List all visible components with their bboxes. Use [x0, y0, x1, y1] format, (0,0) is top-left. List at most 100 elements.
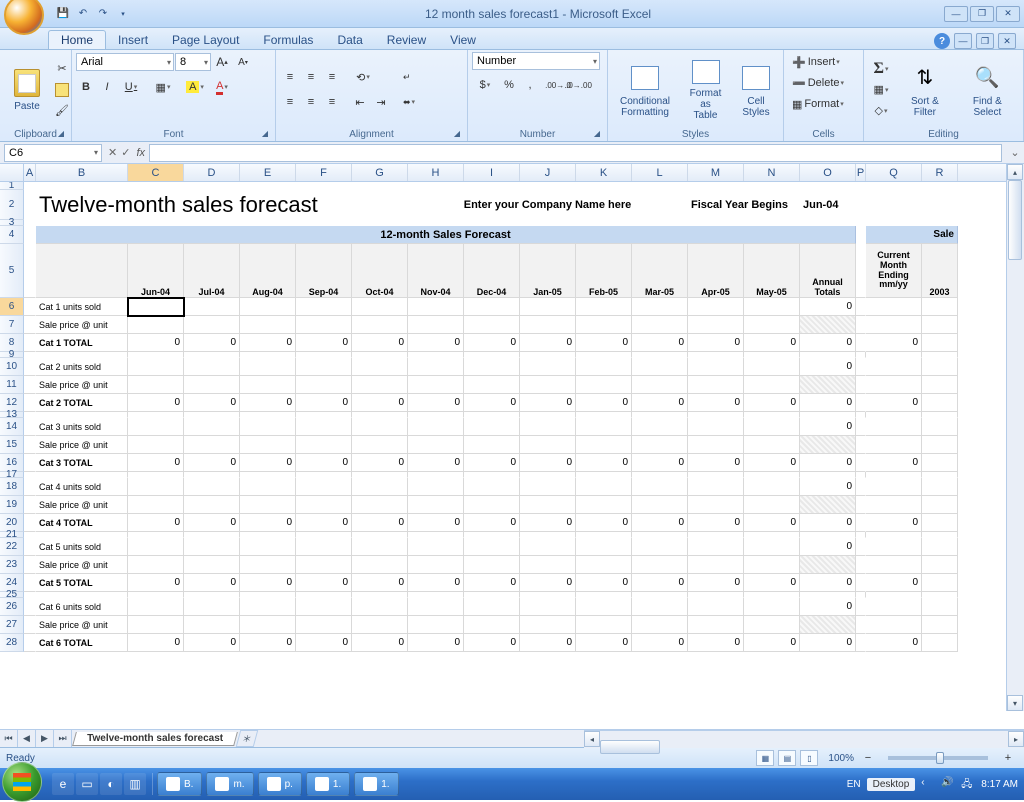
column-header-H[interactable]: H [408, 164, 464, 181]
cell[interactable] [128, 316, 184, 334]
cat5-current-total[interactable]: 0 [866, 574, 922, 592]
start-button[interactable] [2, 762, 42, 802]
forecast-band[interactable]: 12-month Sales Forecast [36, 226, 856, 244]
annual-units-5[interactable]: 0 [800, 598, 856, 616]
cell[interactable] [464, 436, 520, 454]
scroll-left-button[interactable]: ◂ [584, 731, 600, 747]
cat2-total-m8[interactable]: 0 [576, 394, 632, 412]
cell[interactable] [866, 478, 922, 496]
cell[interactable] [922, 418, 958, 436]
cell[interactable] [856, 316, 866, 334]
restore-button[interactable]: ❐ [970, 6, 994, 22]
view-normal-button[interactable]: ▦ [756, 750, 774, 766]
cat1-total-m8[interactable]: 0 [576, 334, 632, 352]
cell[interactable] [464, 358, 520, 376]
tab-data[interactable]: Data [325, 31, 374, 49]
cat4-total-m10[interactable]: 0 [688, 514, 744, 532]
align-top-button[interactable]: ≡ [280, 67, 300, 87]
cell[interactable] [184, 496, 240, 514]
cell[interactable] [856, 298, 866, 316]
italic-button[interactable]: I [97, 77, 117, 97]
decrease-decimal-button[interactable]: .0→.00 [569, 75, 589, 95]
cell[interactable] [184, 598, 240, 616]
cell[interactable] [744, 376, 800, 394]
cat5-total-m1[interactable]: 0 [184, 574, 240, 592]
cat2-total-m1[interactable]: 0 [184, 394, 240, 412]
cut-button[interactable]: ✂ [52, 59, 72, 79]
cell[interactable] [464, 556, 520, 574]
cell[interactable] [240, 316, 296, 334]
annual-price-5[interactable] [800, 616, 856, 634]
column-header-D[interactable]: D [184, 164, 240, 181]
cat2-total-m2[interactable]: 0 [240, 394, 296, 412]
cell[interactable] [744, 538, 800, 556]
cell[interactable] [688, 436, 744, 454]
font-name-combo[interactable]: Arial [76, 53, 174, 71]
cell[interactable] [128, 496, 184, 514]
cell[interactable] [576, 298, 632, 316]
tray-volume-icon[interactable]: 🔊 [941, 777, 955, 791]
cat5-total-m4[interactable]: 0 [352, 574, 408, 592]
cat1-total-m1[interactable]: 0 [184, 334, 240, 352]
cell[interactable] [24, 496, 36, 514]
alignment-dialog-icon[interactable]: ◢ [451, 129, 463, 141]
cell[interactable] [744, 556, 800, 574]
cell[interactable] [24, 226, 36, 244]
cell[interactable] [296, 358, 352, 376]
cell[interactable] [866, 598, 922, 616]
cell[interactable] [128, 418, 184, 436]
cell[interactable] [352, 496, 408, 514]
cat1-total-m11[interactable]: 0 [744, 334, 800, 352]
cell[interactable] [856, 394, 866, 412]
cell[interactable] [240, 376, 296, 394]
cell[interactable] [866, 556, 922, 574]
cell[interactable] [744, 616, 800, 634]
tab-insert[interactable]: Insert [106, 31, 160, 49]
name-box[interactable]: C6 [4, 144, 102, 162]
cell[interactable] [408, 556, 464, 574]
column-header-L[interactable]: L [632, 164, 688, 181]
scroll-up-button[interactable]: ▴ [1007, 164, 1023, 180]
cat3-total-m1[interactable]: 0 [184, 454, 240, 472]
cell[interactable] [744, 182, 800, 190]
desktop-search[interactable]: Desktop [867, 778, 916, 791]
cat1-total-label[interactable]: Cat 1 TOTAL [36, 334, 128, 352]
cat2-total-m11[interactable]: 0 [744, 394, 800, 412]
cell[interactable] [24, 514, 36, 532]
cat6-total-m9[interactable]: 0 [632, 634, 688, 652]
cat3-current-total[interactable]: 0 [866, 454, 922, 472]
cell[interactable] [922, 190, 958, 220]
row-label-header[interactable] [36, 244, 128, 298]
zoom-slider[interactable] [888, 756, 988, 760]
zoom-thumb[interactable] [936, 752, 944, 764]
cell[interactable] [520, 376, 576, 394]
cat4-annual-total[interactable]: 0 [800, 514, 856, 532]
cell[interactable] [128, 598, 184, 616]
cell[interactable] [922, 574, 958, 592]
cell[interactable] [922, 298, 958, 316]
cat1-total-m2[interactable]: 0 [240, 334, 296, 352]
cell[interactable] [240, 358, 296, 376]
cell-styles-button[interactable]: Cell Styles [733, 56, 779, 124]
month-header-9[interactable]: Mar-05 [632, 244, 688, 298]
cat3-total-m7[interactable]: 0 [520, 454, 576, 472]
cell[interactable] [688, 478, 744, 496]
cell[interactable] [922, 394, 958, 412]
cell[interactable] [688, 376, 744, 394]
align-right-button[interactable]: ≡ [322, 92, 342, 112]
column-header-B[interactable]: B [36, 164, 128, 181]
cell[interactable] [296, 496, 352, 514]
zoom-in-button[interactable]: + [998, 748, 1018, 768]
sheet-tab-active[interactable]: Twelve-month sales forecast [72, 732, 238, 746]
cat1-total-m4[interactable]: 0 [352, 334, 408, 352]
cell[interactable] [576, 358, 632, 376]
cell[interactable] [576, 496, 632, 514]
zoom-out-button[interactable]: − [858, 748, 878, 768]
cat1-units-label[interactable]: Cat 1 units sold [36, 298, 128, 316]
cat1-total-m10[interactable]: 0 [688, 334, 744, 352]
cat6-total-m0[interactable]: 0 [128, 634, 184, 652]
cell[interactable] [744, 436, 800, 454]
tab-review[interactable]: Review [375, 31, 438, 49]
cell[interactable] [688, 316, 744, 334]
cell[interactable] [632, 616, 688, 634]
